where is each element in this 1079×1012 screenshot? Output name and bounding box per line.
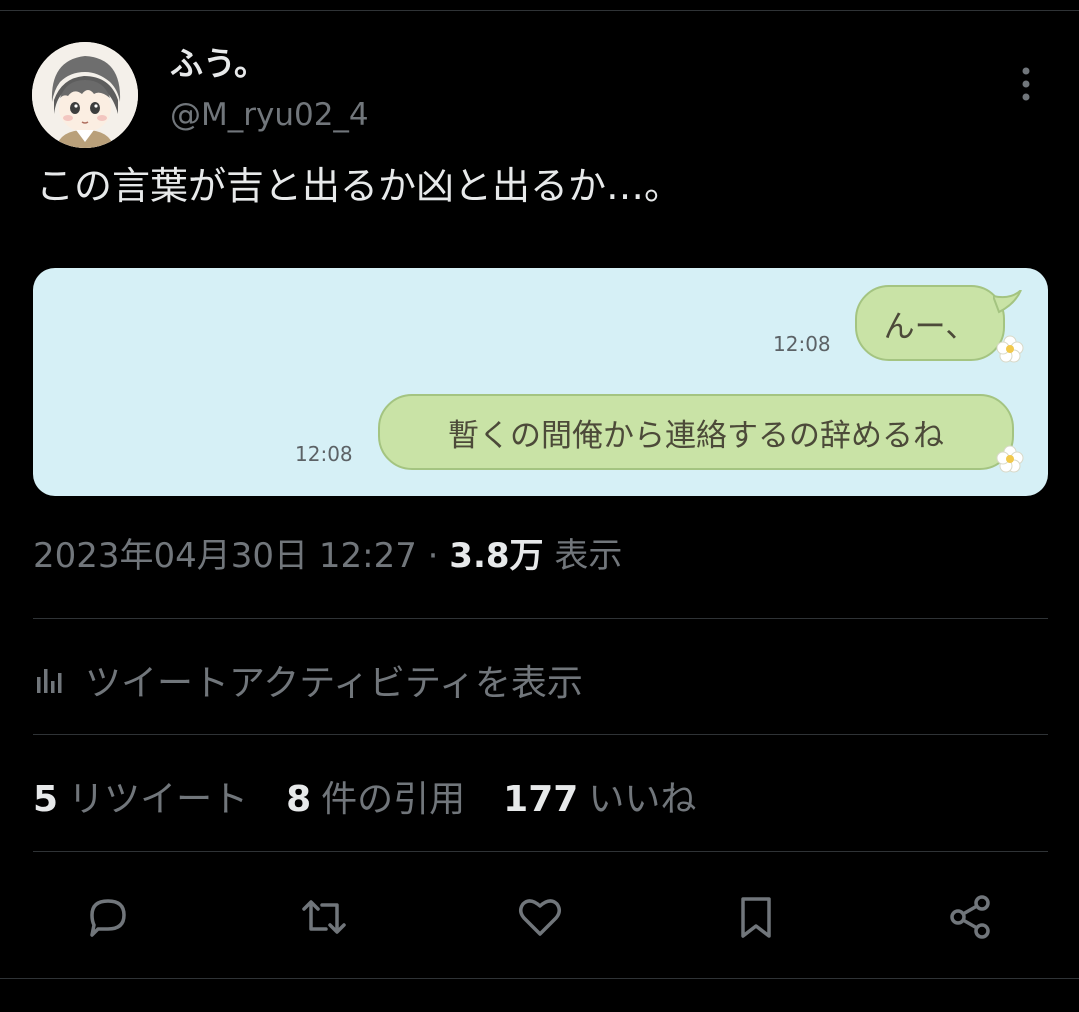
views-count: 3.8万 [449,536,544,576]
chat-bubble: 暫くの間俺から連絡するの辞めるね [378,394,1014,470]
tweet-timestamp[interactable]: 2023年04月30日 12:27 [33,536,417,576]
tweet-meta: 2023年04月30日 12:27 · 3.8万 表示 [33,536,622,577]
message-time: 12:08 [773,332,831,356]
quotes-label: 件の引用 [321,779,466,820]
chat-message-text: んー、 [883,308,977,345]
bubble-tail-icon [993,290,1022,314]
retweet-button[interactable] [297,890,351,944]
like-button[interactable] [513,890,567,944]
retweets-label: リツイート [68,779,249,820]
message-time: 12:08 [295,442,353,466]
retweets-stat[interactable]: 5 リツイート [33,770,248,822]
analytics-bar-icon [37,669,62,693]
media-image[interactable]: 12:08 んー、 12:08 暫くの間俺から連絡するの辞めるね [33,268,1048,496]
like-icon [519,899,561,936]
tweet-text: この言葉が吉と出るか凶と出るか…。 [36,164,683,208]
share-icon [950,895,990,939]
chat-message-text: 暫くの間俺から連絡するの辞めるね [448,417,944,454]
quotes-count: 8 [286,779,312,820]
share-button[interactable] [943,890,997,944]
quotes-stat[interactable]: 8 件の引用 [286,770,465,822]
reply-icon [90,899,126,937]
more-vertical-icon [1022,67,1030,101]
divider [33,734,1048,735]
flower-icon [996,445,1024,473]
bookmark-button[interactable] [729,890,783,944]
more-options-button[interactable] [1008,64,1044,104]
retweets-count: 5 [33,779,59,820]
top-divider [0,10,1079,11]
meta-separator: · [427,536,439,576]
chat-bubble: んー、 [855,285,1005,361]
views-label: 表示 [554,536,623,576]
reply-button[interactable] [81,890,135,944]
tweet-activity-label: ツイートアクティビティを表示 [85,663,583,704]
bottom-divider [0,978,1079,979]
avatar[interactable] [32,42,138,148]
action-bar [0,882,1079,952]
flower-icon [996,335,1024,363]
divider [33,618,1048,619]
likes-stat[interactable]: 177 いいね [503,770,696,822]
user-handle[interactable]: @M_ryu02_4 [170,98,369,132]
display-name[interactable]: ふう。 [170,45,267,82]
engagement-stats: 5 リツイート 8 件の引用 177 いいね [33,770,734,822]
likes-count: 177 [503,779,579,820]
anime-avatar-icon [32,42,138,148]
likes-label: いいね [588,779,697,820]
retweet-icon [302,900,346,934]
divider [33,851,1048,852]
tweet-activity-link[interactable]: ツイートアクティビティを表示 [33,652,583,708]
bookmark-icon [741,897,771,938]
